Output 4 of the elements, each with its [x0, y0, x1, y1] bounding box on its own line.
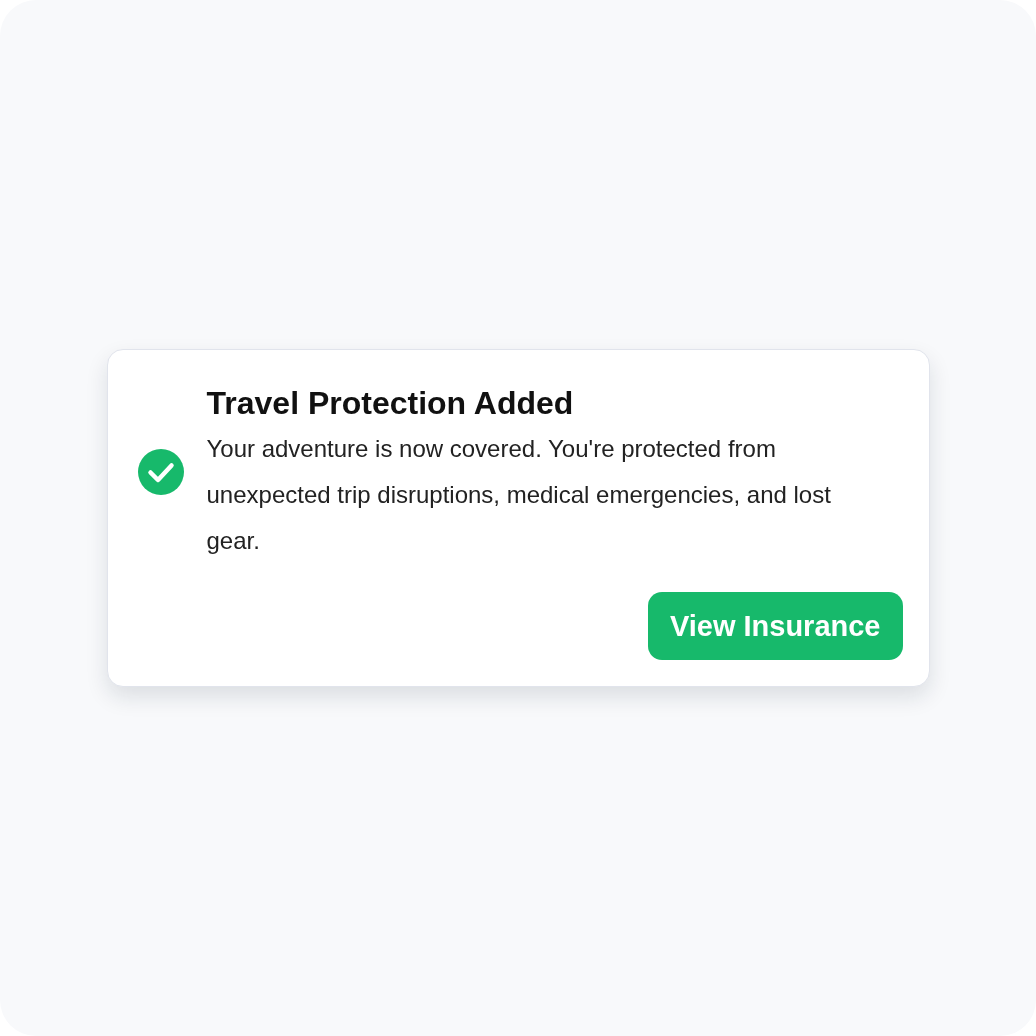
notification-title: Travel Protection Added	[206, 384, 575, 423]
notification-message: Your adventure is now covered. You're protected from unexpected trip disruptions, medical emergencies, and lost gear.	[206, 434, 832, 556]
view-insurance-button[interactable]: View Insurance	[647, 592, 903, 660]
checkmark-icon	[137, 449, 184, 495]
